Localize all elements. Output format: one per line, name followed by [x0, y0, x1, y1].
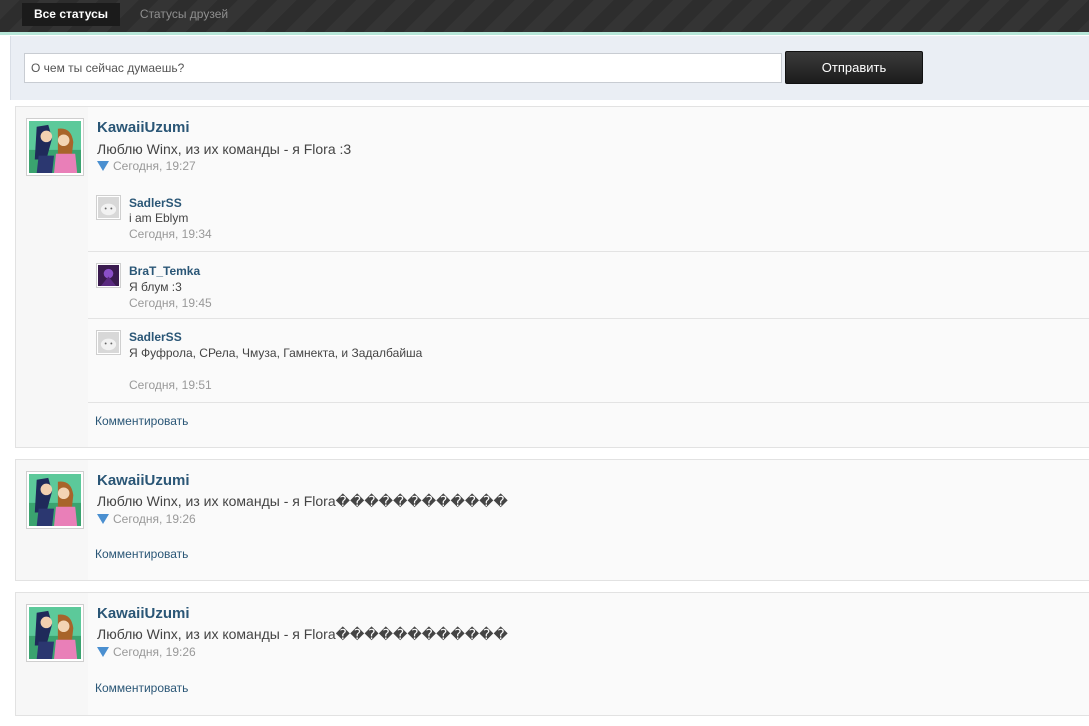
post-author[interactable]: KawaiiUzumi [97, 472, 190, 489]
status-meta: Сегодня, 19:26 [97, 645, 196, 659]
status-text: Люблю Winx, из их команды - я Flora�����… [97, 493, 508, 509]
comment-item: BraT_Temka Я блум :3 Сегодня, 19:45 [88, 252, 1089, 319]
status-input[interactable] [24, 53, 782, 83]
comment-time: Сегодня, 19:45 [129, 296, 212, 310]
post-author[interactable]: KawaiiUzumi [97, 605, 190, 622]
comment-text: i am Eblym [129, 211, 189, 225]
comment-author[interactable]: SadlerSS [129, 330, 182, 344]
comment-avatar[interactable] [96, 263, 121, 288]
comment-text: Я Фуфрола, СРела, Чмуза, Гамнекта, и Зад… [129, 346, 423, 360]
comment-item: SadlerSS Я Фуфрола, СРела, Чмуза, Гамнек… [88, 319, 1089, 403]
status-card: KawaiiUzumi Люблю Winx, из их команды - … [15, 592, 1089, 716]
comment-link[interactable]: Комментировать [95, 414, 188, 428]
comment-link[interactable]: Комментировать [95, 547, 188, 561]
avatar[interactable] [26, 118, 84, 176]
accent-divider [0, 32, 1089, 35]
blue-triangle-icon [97, 647, 109, 657]
blue-triangle-icon [97, 161, 109, 171]
status-text: Люблю Winx, из их команды - я Flora�����… [97, 626, 508, 642]
status-card: KawaiiUzumi Люблю Winx, из их команды - … [15, 106, 1089, 448]
tab-all-statuses[interactable]: Все статусы [22, 3, 120, 26]
status-time: Сегодня, 19:27 [113, 159, 196, 173]
comment-author[interactable]: BraT_Temka [129, 264, 200, 278]
user-avatar-icon [29, 121, 81, 173]
comment-link[interactable]: Комментировать [95, 681, 188, 695]
post-author[interactable]: KawaiiUzumi [97, 119, 190, 136]
user-avatar-icon [29, 607, 81, 659]
cat-avatar-icon [98, 332, 119, 353]
status-card-body [88, 593, 1089, 715]
comment-time: Сегодня, 19:34 [129, 227, 212, 241]
comment-avatar[interactable] [96, 195, 121, 220]
top-tab-bar: Все статусы Статусы друзей [0, 0, 1089, 32]
send-button[interactable]: Отправить [785, 51, 923, 84]
status-card-body [88, 460, 1089, 580]
status-text: Люблю Winx, из их команды - я Flora :3 [97, 141, 352, 157]
blue-triangle-icon [97, 514, 109, 524]
dark-avatar-icon [98, 265, 119, 286]
comment-item: SadlerSS i am Eblym Сегодня, 19:34 [88, 185, 1089, 252]
comment-text: Я блум :3 [129, 280, 182, 294]
avatar[interactable] [26, 471, 84, 529]
cat-avatar-icon [98, 197, 119, 218]
status-time: Сегодня, 19:26 [113, 512, 196, 526]
status-card: KawaiiUzumi Люблю Winx, из их команды - … [15, 459, 1089, 581]
avatar[interactable] [26, 604, 84, 662]
status-meta: Сегодня, 19:27 [97, 159, 196, 173]
user-avatar-icon [29, 474, 81, 526]
status-time: Сегодня, 19:26 [113, 645, 196, 659]
comment-avatar[interactable] [96, 330, 121, 355]
status-composer: Отправить [10, 36, 1089, 100]
comment-time: Сегодня, 19:51 [129, 378, 212, 392]
comment-author[interactable]: SadlerSS [129, 196, 182, 210]
tab-friends-statuses[interactable]: Статусы друзей [130, 3, 238, 26]
status-meta: Сегодня, 19:26 [97, 512, 196, 526]
